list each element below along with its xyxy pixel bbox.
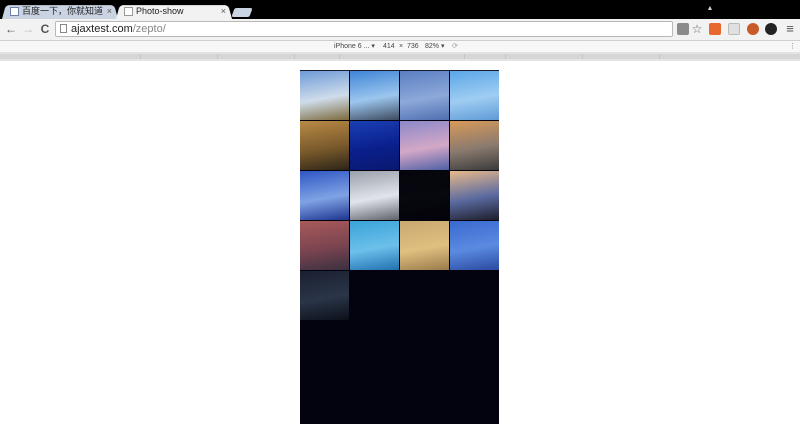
media-query-ruler[interactable] (0, 52, 800, 61)
baidu-favicon-icon (10, 7, 19, 16)
more-options-icon[interactable]: ⋮ (789, 41, 796, 52)
deep-blue-photo[interactable] (350, 121, 399, 170)
bare-tree-photo[interactable] (300, 121, 349, 170)
ruler-segment[interactable] (465, 54, 506, 59)
ruler-segment[interactable] (583, 54, 660, 59)
extension-icon[interactable] (747, 23, 759, 35)
user-icon[interactable]: ▲ (706, 5, 714, 13)
sunset-field-photo[interactable] (450, 121, 499, 170)
ruler-segment[interactable] (340, 54, 465, 59)
horizon-photo[interactable] (350, 71, 399, 120)
device-width-input[interactable]: 414 (383, 41, 395, 52)
tree-silhouette-photo[interactable] (450, 171, 499, 220)
ruler-segment[interactable] (506, 54, 583, 59)
dark-landscape-photo[interactable] (300, 271, 349, 320)
adblock-icon[interactable] (765, 23, 777, 35)
clear-sky-photo[interactable] (450, 71, 499, 120)
reload-icon[interactable]: C (38, 22, 52, 36)
ruler-segment[interactable] (141, 54, 218, 59)
ruler-segment[interactable] (0, 54, 141, 59)
tab-label: 百度一下，你就知道 (22, 6, 104, 16)
menu-icon[interactable]: ≡ (783, 22, 797, 36)
blue-haze-photo[interactable] (300, 171, 349, 220)
blue-sea-photo[interactable] (450, 221, 499, 270)
chevron-down-icon: ▾ (371, 43, 375, 50)
address-bar[interactable]: ajaxtest.com/zepto/ (55, 21, 673, 37)
device-viewport (300, 70, 499, 424)
url-host: ajaxtest.com (71, 23, 133, 35)
bookmark-star-icon[interactable]: ☆ (691, 23, 703, 35)
browser-titlebar: 百度一下，你就知道 × Photo-show × ▲ (0, 0, 800, 19)
sky-clouds-photo[interactable] (300, 71, 349, 120)
tab-baidu[interactable]: 百度一下，你就知道 × (2, 4, 118, 19)
forward-arrow-icon[interactable]: → (21, 22, 35, 36)
ruler-segment[interactable] (660, 54, 800, 59)
dimension-separator: × (399, 43, 404, 50)
night-photo[interactable] (400, 171, 449, 220)
back-arrow-icon[interactable]: ← (4, 22, 18, 36)
device-toolbar: iPhone 6 ... ▾ 414 × 736 82% ▾ ⟳ ⋮ (0, 41, 800, 52)
extension-icon[interactable] (728, 23, 740, 35)
url-text: ajaxtest.com/zepto/ (71, 22, 166, 36)
red-dusk-photo[interactable] (300, 221, 349, 270)
tab-photo-show[interactable]: Photo-show × (116, 4, 232, 19)
browser-toolbar: ← → C ajaxtest.com/zepto/ ☆ ≡ (0, 19, 800, 41)
page-icon (60, 24, 67, 33)
new-tab-button[interactable] (231, 8, 253, 17)
extension-icon[interactable] (709, 23, 721, 35)
ruler-segment[interactable] (218, 54, 295, 59)
page-icon (124, 7, 133, 16)
close-tab-icon[interactable]: × (221, 4, 226, 19)
tab-label: Photo-show (136, 6, 184, 16)
url-path: /zepto/ (132, 23, 166, 35)
device-select[interactable]: iPhone 6 ... ▾ (334, 41, 375, 52)
close-tab-icon[interactable]: × (107, 4, 112, 19)
device-height-input[interactable]: 736 (407, 41, 419, 52)
purple-clouds-photo[interactable] (400, 121, 449, 170)
grey-sky-photo[interactable] (350, 171, 399, 220)
ruler-segment[interactable] (295, 54, 340, 59)
windmill-photo[interactable] (400, 71, 449, 120)
rotate-icon[interactable]: ⟳ (452, 41, 458, 52)
golden-clouds-photo[interactable] (400, 221, 449, 270)
translate-icon[interactable] (677, 23, 689, 35)
cyan-water-photo[interactable] (350, 221, 399, 270)
chevron-down-icon: ▾ (440, 43, 445, 50)
zoom-select[interactable]: 82% ▾ (425, 41, 444, 52)
